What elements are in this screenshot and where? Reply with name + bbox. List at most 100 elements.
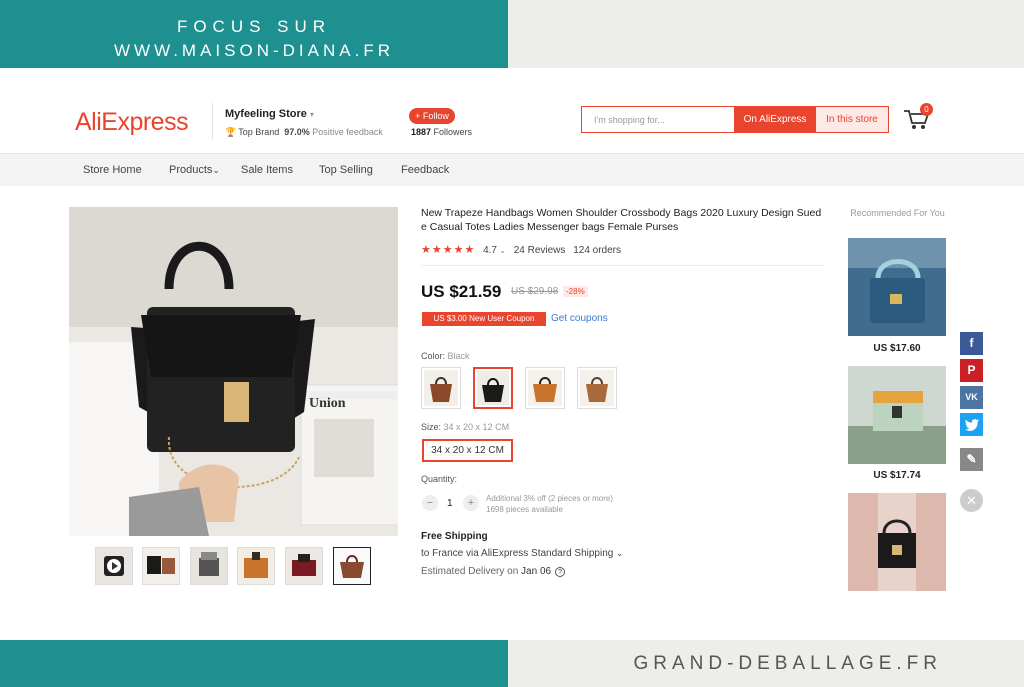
size-value: 34 x 20 x 12 CM xyxy=(443,422,510,432)
product-title: New Trapeze Handbags Women Shoulder Cros… xyxy=(421,207,822,233)
edit-icon[interactable]: ✎ xyxy=(960,448,983,471)
search-bar: I'm shopping for... On AliExpress In thi… xyxy=(581,106,889,133)
bag-thumbnail-image xyxy=(143,548,179,584)
size-option[interactable]: 34 x 20 x 12 CM xyxy=(422,439,513,462)
nav-products-label: Products xyxy=(169,164,213,176)
followers-label: Followers xyxy=(433,127,473,137)
cart-count-badge: 0 xyxy=(920,103,933,116)
color-swatch-black[interactable] xyxy=(473,367,513,409)
store-meta: 🏆 Top Brand 97.0% Positive feedback xyxy=(225,127,383,138)
quantity-discount-note: Additional 3% off (2 pieces or more) xyxy=(486,494,614,503)
recommended-price-1: US $17.60 xyxy=(873,343,921,354)
color-label: Color: Black xyxy=(421,351,470,361)
trophy-icon: 🏆 xyxy=(225,127,237,137)
recommended-item-2[interactable] xyxy=(848,366,946,464)
recommended-price-2: US $17.74 xyxy=(873,470,921,481)
banner-focus-text: FOCUS SUR xyxy=(176,17,332,36)
search-aliexpress-button[interactable]: On AliExpress xyxy=(734,107,816,132)
bag-swatch-image xyxy=(477,371,509,405)
bag-swatch-image xyxy=(424,370,458,406)
close-icon[interactable]: ✕ xyxy=(960,489,983,512)
header-divider xyxy=(212,103,213,139)
get-coupons-link[interactable]: Get coupons xyxy=(551,313,608,324)
color-swatch-brown[interactable] xyxy=(421,367,461,409)
star-rating-icon: ★★★★★ xyxy=(421,244,476,256)
facebook-icon[interactable]: f xyxy=(960,332,983,355)
top-brand-label: Top Brand xyxy=(238,127,280,137)
color-swatch-tan[interactable] xyxy=(577,367,617,409)
bottom-banner: GRAND-DEBALLAGE.FR xyxy=(0,640,1024,687)
size-label-text: Size: xyxy=(421,422,442,432)
nav-feedback[interactable]: Feedback xyxy=(401,164,449,176)
feedback-label: Positive feedback xyxy=(312,127,383,137)
quantity-note: Additional 3% off (2 pieces or more) 169… xyxy=(486,493,613,515)
feedback-percent: 97.0% xyxy=(284,127,310,137)
bag-thumbnail-image xyxy=(238,548,274,584)
twitter-icon[interactable] xyxy=(960,413,983,436)
divider xyxy=(421,265,825,266)
recommended-item-3[interactable] xyxy=(848,493,946,591)
quantity-label: Quantity: xyxy=(421,474,458,484)
thumbnail-6[interactable] xyxy=(333,547,371,585)
search-input[interactable]: I'm shopping for... xyxy=(594,115,665,125)
chevron-down-icon: ⌄ xyxy=(613,548,624,558)
delivery-label: Estimated Delivery on xyxy=(421,566,519,577)
bag-swatch-image xyxy=(580,370,614,406)
top-banner: FOCUS SUR WWW.MAISON-DIANA.FR xyxy=(0,0,1024,68)
nav-top-selling[interactable]: Top Selling xyxy=(319,164,373,176)
reviews-count[interactable]: 24 Reviews xyxy=(514,245,566,256)
followers-number: 1887 xyxy=(411,127,432,137)
shipping-title: Free Shipping xyxy=(421,531,488,542)
thumbnail-2[interactable] xyxy=(142,547,180,585)
thumbnail-video[interactable] xyxy=(95,547,133,585)
thumbnail-4[interactable] xyxy=(237,547,275,585)
play-icon xyxy=(96,548,132,584)
pinterest-icon[interactable]: P xyxy=(960,359,983,382)
aliexpress-logo[interactable]: AliExpress xyxy=(75,108,189,137)
store-name-text: Myfeeling Store xyxy=(225,108,307,120)
current-price: US $21.59 xyxy=(421,282,502,301)
bag-swatch-image xyxy=(528,370,562,406)
top-banner-teal-block: FOCUS SUR WWW.MAISON-DIANA.FR xyxy=(0,0,508,68)
thumbnail-5[interactable] xyxy=(285,547,323,585)
shipping-detail[interactable]: to France via AliExpress Standard Shippi… xyxy=(421,548,623,559)
orders-count: 124 orders xyxy=(573,245,622,256)
shipping-detail-text: to France via AliExpress Standard Shippi… xyxy=(421,548,614,559)
help-icon[interactable]: ? xyxy=(555,567,566,577)
color-label-text: Color: xyxy=(421,351,446,361)
estimated-delivery: Estimated Delivery on Jan 06? xyxy=(421,566,566,577)
store-nav: Store Home Products⌄ Sale Items Top Sell… xyxy=(0,153,1024,186)
quantity-value[interactable]: 1 xyxy=(447,498,453,509)
bottom-banner-teal-block xyxy=(0,640,508,687)
delivery-date: Jan 06 xyxy=(521,566,552,577)
search-in-store-button[interactable]: In this store xyxy=(816,107,888,132)
quantity-decrease-button[interactable]: − xyxy=(422,495,438,511)
bag-thumbnail-image xyxy=(191,548,227,584)
svg-text:Union: Union xyxy=(309,396,346,411)
recommended-image xyxy=(848,366,946,464)
color-swatch-orange[interactable] xyxy=(525,367,565,409)
chevron-down-icon: ⌄ xyxy=(212,165,220,175)
twitter-bird-shape xyxy=(964,419,979,431)
thumbnail-3[interactable] xyxy=(190,547,228,585)
vk-icon[interactable]: VK xyxy=(960,386,983,409)
color-value: Black xyxy=(447,351,470,361)
nav-store-home[interactable]: Store Home xyxy=(83,164,142,176)
recommended-item-1[interactable] xyxy=(848,238,946,336)
nav-products[interactable]: Products⌄ xyxy=(169,164,220,176)
recommended-image xyxy=(848,493,946,591)
store-name[interactable]: Myfeeling Store ▾ xyxy=(225,108,314,120)
rating-value: 4.7 xyxy=(483,245,497,256)
nav-sale-items[interactable]: Sale Items xyxy=(241,164,293,176)
followers-count: 1887 Followers xyxy=(411,127,472,137)
product-main-image[interactable]: Union xyxy=(69,207,398,536)
original-price: US $29.98 xyxy=(511,286,559,297)
size-label: Size: 34 x 20 x 12 CM xyxy=(421,422,509,432)
quantity-increase-button[interactable]: + xyxy=(463,495,479,511)
banner-site-url: WWW.MAISON-DIANA.FR xyxy=(114,41,394,60)
new-user-coupon[interactable]: US $3.00 New User Coupon xyxy=(422,312,546,326)
bottom-banner-site: GRAND-DEBALLAGE.FR xyxy=(633,653,942,674)
follow-button[interactable]: + Follow xyxy=(409,108,455,124)
recommended-title: Recommended For You xyxy=(850,208,945,218)
chevron-down-icon: ▾ xyxy=(309,110,314,119)
